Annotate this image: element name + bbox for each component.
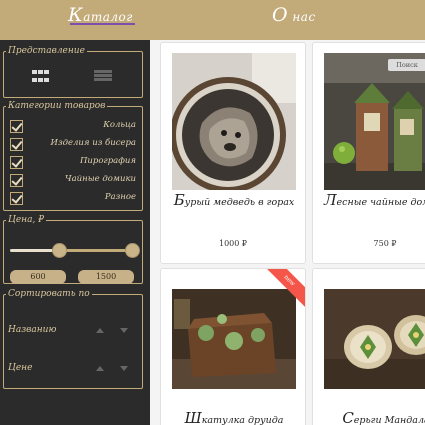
slider-max-handle[interactable]	[125, 243, 140, 258]
checkbox[interactable]	[10, 138, 23, 151]
category-item-beadwork[interactable]: Изделия из бисера	[10, 137, 136, 153]
price-min-input[interactable]: 600	[10, 270, 66, 284]
search-badge[interactable]: Поиск	[388, 59, 425, 71]
category-item-misc[interactable]: Разное	[10, 191, 136, 207]
categories-panel: Категории товаров Кольца Изделия из бисе…	[3, 101, 143, 211]
nav-link-about[interactable]: О нас	[272, 4, 316, 26]
checkbox[interactable]	[10, 174, 23, 187]
product-title[interactable]: Шкатулка друида	[167, 411, 301, 425]
product-grid: Бурый медведь в горах 1000 ₽ Поиск Лесны…	[150, 40, 425, 425]
price-max-input[interactable]: 1500	[78, 270, 134, 284]
product-image: Поиск	[324, 53, 425, 190]
product-card[interactable]: new Шкатулка друида	[160, 268, 306, 425]
product-card[interactable]: Поиск Лесные чайные домики 750 ₽	[312, 42, 425, 264]
price-panel: Цена, ₽ 600 1500	[3, 215, 143, 284]
checkbox[interactable]	[10, 120, 23, 133]
product-price: 1000 ₽	[219, 239, 247, 248]
view-panel: Представление	[3, 46, 143, 98]
category-item-rings[interactable]: Кольца	[10, 119, 136, 135]
sort-desc-icon[interactable]	[120, 328, 128, 333]
top-nav-bar: Каталог О нас	[0, 0, 425, 40]
grid-view-icon[interactable]	[32, 70, 50, 84]
category-item-tea-houses[interactable]: Чайные домики	[10, 173, 136, 189]
sort-asc-icon[interactable]	[96, 328, 104, 333]
checkbox[interactable]	[10, 156, 23, 169]
checkbox[interactable]	[10, 192, 23, 205]
sort-panel: Сортировать по Названию Цене	[3, 289, 143, 389]
sort-by-name: Названию	[8, 323, 136, 339]
product-image	[172, 53, 296, 190]
product-card[interactable]: Серьги Мандала	[312, 268, 425, 425]
product-card[interactable]: Бурый медведь в горах 1000 ₽	[160, 42, 306, 264]
product-title[interactable]: Бурый медведь в горах	[167, 193, 301, 210]
sort-asc-icon[interactable]	[96, 366, 104, 371]
product-price: 750 ₽	[373, 239, 397, 248]
view-legend: Представление	[8, 46, 85, 56]
category-item-pyrography[interactable]: Пирография	[10, 155, 136, 171]
sort-by-price: Цене	[8, 361, 136, 377]
product-image	[324, 289, 425, 389]
nav-link-catalog[interactable]: Каталог	[68, 4, 135, 26]
sort-desc-icon[interactable]	[120, 366, 128, 371]
price-range-slider[interactable]	[10, 243, 140, 258]
slider-min-handle[interactable]	[52, 243, 67, 258]
product-title[interactable]: Лесные чайные домики	[319, 193, 425, 210]
sort-legend: Сортировать по	[8, 289, 90, 299]
list-view-icon[interactable]	[94, 70, 112, 84]
price-legend: Цена, ₽	[8, 215, 44, 225]
slider-fill	[58, 249, 133, 252]
product-image	[172, 289, 296, 389]
filter-sidebar: Представление Категории товаров Кольца И…	[0, 40, 150, 425]
categories-legend: Категории товаров	[8, 101, 106, 111]
product-title[interactable]: Серьги Мандала	[319, 411, 425, 425]
